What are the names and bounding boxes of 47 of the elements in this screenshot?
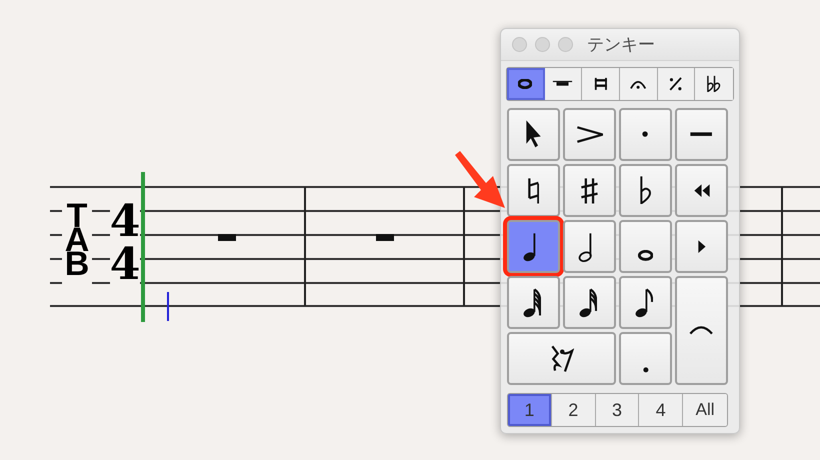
- voice-button[interactable]: 2: [552, 394, 596, 426]
- pointer-icon: [524, 118, 542, 148]
- repeat-sign-icon: [669, 77, 683, 92]
- tie-icon: [689, 326, 714, 336]
- half-note-icon: [578, 232, 592, 262]
- keypad-key[interactable]: [563, 108, 616, 161]
- natural-sign-icon: [528, 176, 540, 204]
- keypad-key[interactable]: [619, 276, 672, 329]
- voice-button[interactable]: All: [683, 394, 727, 426]
- sixty-fourth-note-icon: [522, 288, 542, 318]
- quarter-note-icon: [522, 232, 536, 262]
- dot-icon: [642, 366, 650, 374]
- rest-icon: [218, 234, 236, 241]
- staccato-icon: [641, 130, 650, 139]
- voice-button[interactable]: 4: [639, 394, 684, 426]
- sharp-sign-icon: [580, 176, 599, 204]
- voice-button[interactable]: 1: [508, 394, 552, 426]
- fermata-icon: [630, 81, 646, 90]
- half-rest-icon: [552, 80, 574, 86]
- double-flat-icon: [707, 74, 721, 92]
- keypad-key[interactable]: [507, 332, 616, 385]
- play-icon: [696, 238, 706, 254]
- rest-icon: [376, 234, 394, 241]
- keypad-key[interactable]: [563, 164, 616, 217]
- accent-icon: [576, 126, 604, 144]
- keypad-key[interactable]: [563, 276, 616, 329]
- thirty-second-note-icon: [578, 288, 598, 318]
- eighth-note-icon: [634, 288, 654, 318]
- keypad-key[interactable]: [675, 108, 728, 161]
- keypad-key[interactable]: [619, 164, 672, 217]
- double-barline-icon: [594, 77, 608, 91]
- rests-icon: [551, 344, 574, 372]
- keypad-key[interactable]: [619, 220, 672, 273]
- notehead-icon: [518, 79, 532, 89]
- keypad-key[interactable]: [675, 164, 728, 217]
- keypad-key[interactable]: [507, 108, 560, 161]
- window-title: テンキー: [587, 34, 655, 56]
- voice-button[interactable]: 3: [596, 394, 640, 426]
- keypad-key[interactable]: [507, 276, 560, 329]
- flat-sign-icon: [640, 174, 651, 204]
- rewind-icon: [692, 182, 711, 198]
- insertion-caret: [167, 292, 169, 321]
- keypad-key[interactable]: [507, 164, 560, 217]
- keypad-key[interactable]: [563, 220, 616, 273]
- tenuto-icon: [689, 131, 714, 138]
- palette-tab[interactable]: [507, 68, 545, 100]
- whole-note-icon: [638, 250, 654, 261]
